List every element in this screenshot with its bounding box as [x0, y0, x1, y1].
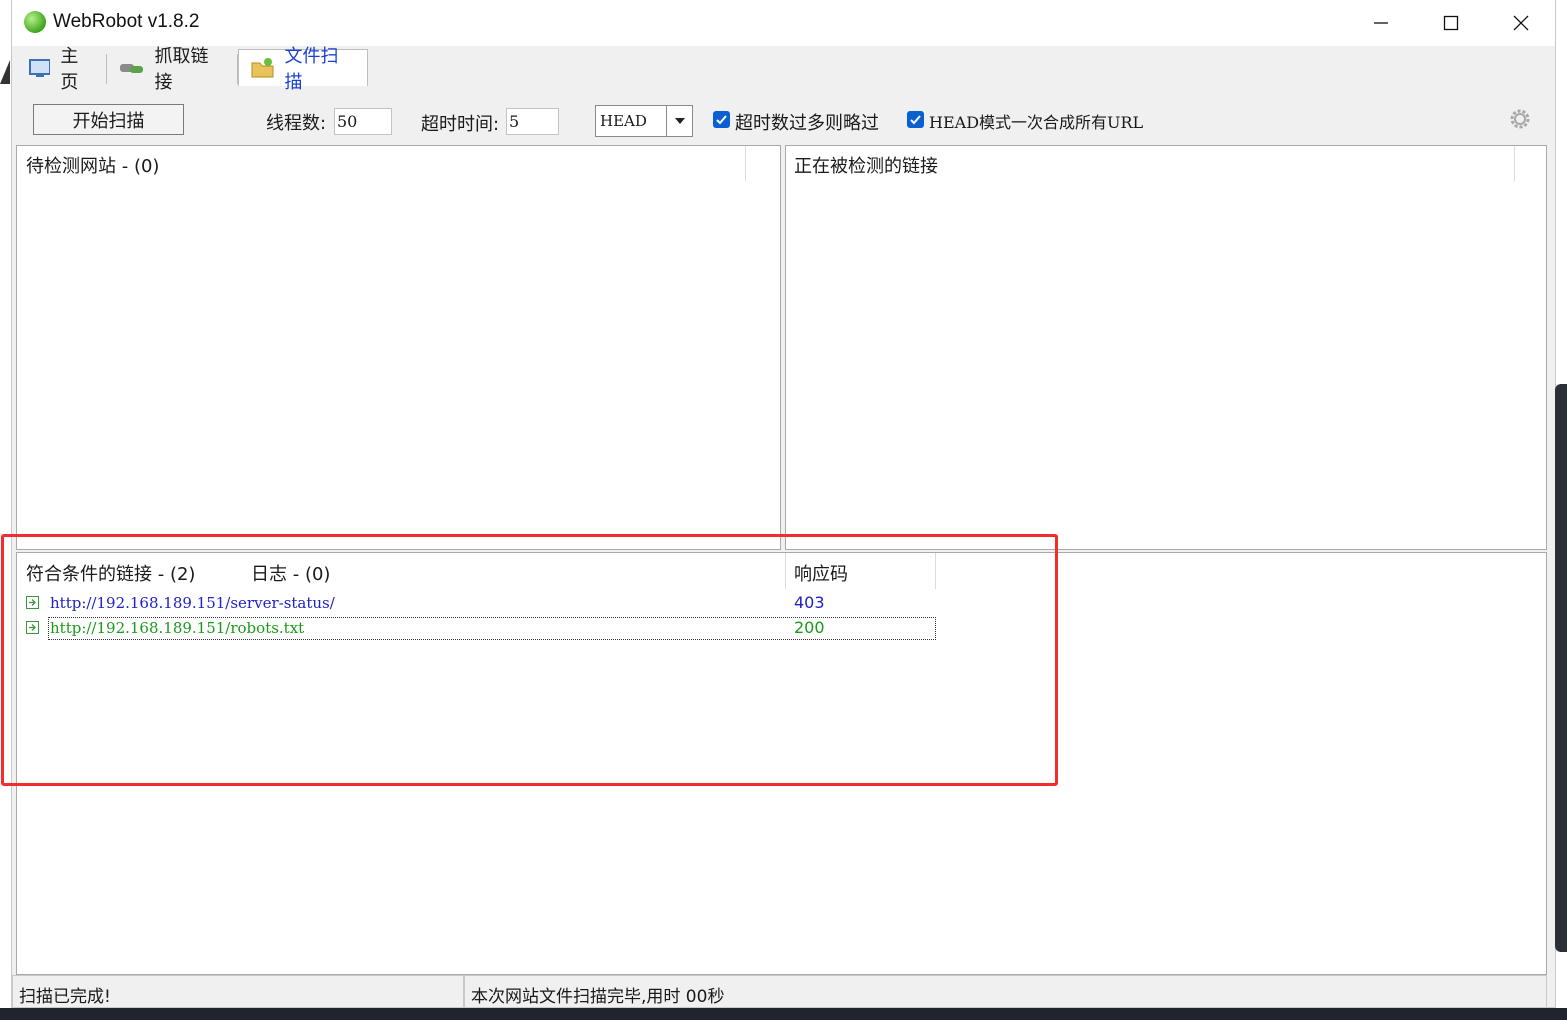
checking-links-header[interactable]: 正在被检测的链接: [794, 152, 938, 178]
dropdown-arrow-icon[interactable]: [666, 106, 692, 136]
background-window-edge: [1555, 384, 1567, 952]
http-method-value: HEAD: [600, 112, 647, 130]
background-fragment: [0, 60, 10, 84]
threads-label: 线程数:: [266, 113, 327, 134]
timeout-input[interactable]: 5: [506, 108, 559, 135]
timeout-label: 超时时间:: [421, 114, 500, 135]
close-button[interactable]: [1486, 0, 1556, 46]
minimize-button[interactable]: [1346, 0, 1416, 46]
title-bar: [12, 0, 1555, 46]
skip-timeout-checkbox[interactable]: [713, 111, 730, 128]
minimize-icon: [1374, 22, 1388, 24]
tab-file-scan[interactable]: 文件扫描: [238, 46, 368, 93]
tab-home-label: 主页: [60, 46, 79, 93]
monitor-icon: [29, 59, 51, 77]
status-detail: 本次网站文件扫描完毕,用时 00秒: [471, 987, 725, 1007]
start-scan-button[interactable]: 开始扫描: [33, 104, 184, 135]
window-title: WebRobot v1.8.2: [53, 11, 200, 32]
folder-icon: [251, 58, 274, 78]
checkmark-icon: [716, 115, 727, 125]
http-method-select[interactable]: HEAD: [595, 105, 693, 137]
head-combine-checkbox[interactable]: [907, 111, 924, 128]
checkmark-icon: [910, 115, 921, 125]
link-chain-icon: [120, 64, 143, 73]
taskbar-edge: [0, 1008, 1567, 1020]
tab-scan-label: 文件扫描: [284, 46, 339, 93]
status-message: 扫描已完成!: [19, 987, 111, 1007]
annotation-highlight-box: [1, 534, 1058, 786]
maximize-button[interactable]: [1416, 0, 1486, 46]
gear-icon[interactable]: [1509, 108, 1531, 130]
column-divider[interactable]: [1514, 146, 1515, 181]
app-logo-icon: [24, 11, 46, 33]
pending-sites-header[interactable]: 待检测网站 - (0): [26, 152, 159, 178]
tab-crawl-links[interactable]: 抓取链接: [107, 46, 237, 93]
close-icon: [1513, 15, 1529, 31]
checking-links-list[interactable]: [785, 145, 1547, 550]
column-divider[interactable]: [745, 146, 746, 181]
maximize-icon: [1443, 15, 1459, 31]
tab-home[interactable]: 主页: [16, 46, 106, 93]
threads-input[interactable]: 50: [334, 108, 392, 135]
skip-timeout-label: 超时数过多则略过: [735, 113, 879, 134]
pending-sites-list[interactable]: [16, 145, 781, 550]
head-combine-label: HEAD模式一次合成所有URL: [929, 113, 1144, 132]
tab-crawl-label: 抓取链接: [154, 46, 209, 93]
